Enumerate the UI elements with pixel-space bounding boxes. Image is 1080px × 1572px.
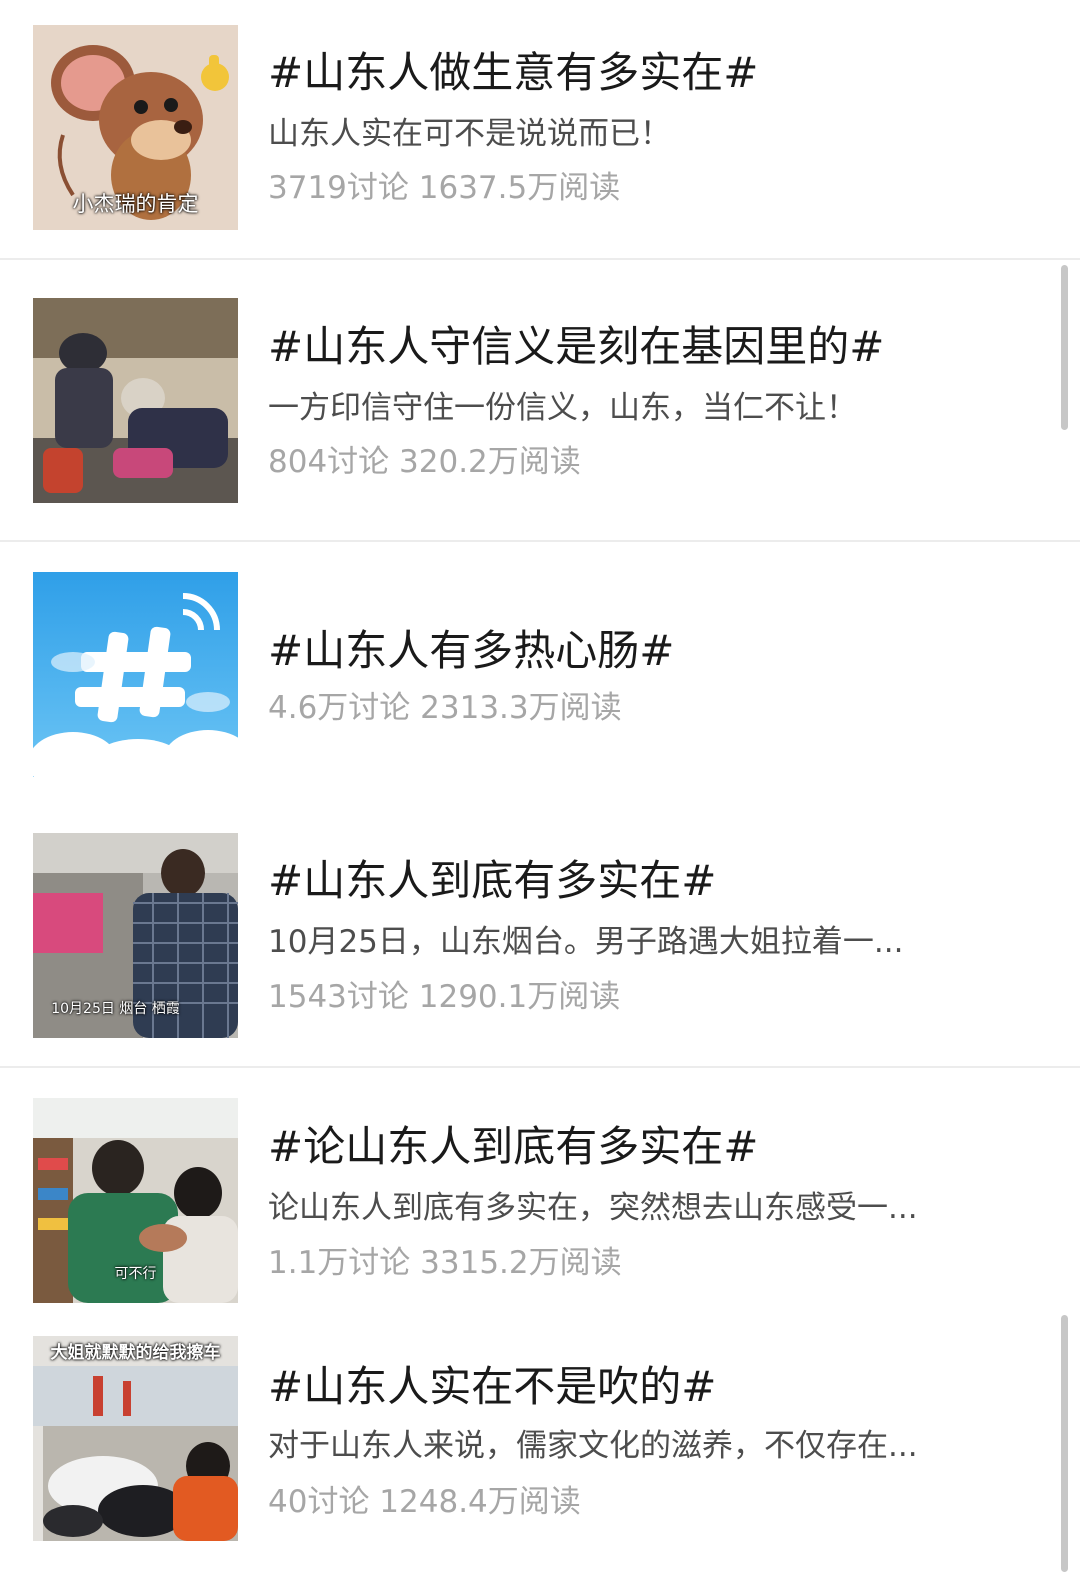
topic-title[interactable]: #山东人守信义是刻在基因里的# [268, 322, 884, 372]
street-photo-icon [33, 298, 238, 503]
topic-title[interactable]: #山东人有多热心肠# [268, 626, 674, 676]
topic-stats: 1.1万讨论 3315.2万阅读 [268, 1245, 622, 1281]
topic-title[interactable]: #山东人实在不是吹的# [268, 1362, 716, 1412]
topic-list: 小杰瑞的肯定 #山东人做生意有多实在# 山东人实在可不是说说而已！ 3719讨论… [0, 0, 1080, 1572]
thumbnail-caption: 小杰瑞的肯定 [72, 192, 199, 216]
topic-thumbnail[interactable]: 可不行 [33, 1098, 238, 1303]
topic-item[interactable]: 大姐就默默的给我擦车 #山东人实在不是吹的# 对于山东人来说，儒家文化的滋养，不… [0, 1312, 1080, 1572]
topic-title[interactable]: #山东人做生意有多实在# [268, 48, 758, 98]
topic-stats: 4.6万讨论 2313.3万阅读 [268, 690, 622, 726]
topic-stats: 1543讨论 1290.1万阅读 [268, 979, 621, 1015]
topic-item[interactable]: 可不行 #论山东人到底有多实在# 论山东人到底有多实在，突然想去山东感受一...… [0, 1068, 1080, 1312]
topic-item[interactable]: 10月25日 烟台 栖霞 #山东人到底有多实在# 10月25日，山东烟台。男子路… [0, 804, 1080, 1066]
thumbnail-caption: 10月25日 烟台 栖霞 [51, 1001, 180, 1017]
topic-thumbnail[interactable] [33, 572, 238, 777]
topic-description: 对于山东人来说，儒家文化的滋养，不仅存在... [268, 1428, 918, 1464]
topic-stats: 3719讨论 1637.5万阅读 [268, 170, 621, 206]
topic-description: 论山东人到底有多实在，突然想去山东感受一... [268, 1190, 918, 1226]
topic-description: 山东人实在可不是说说而已！ [268, 116, 671, 152]
topic-item[interactable]: #山东人守信义是刻在基因里的# 一方印信守住一份信义，山东，当仁不让！ 804讨… [0, 260, 1080, 540]
scrollbar[interactable] [1061, 1315, 1068, 1572]
scooter-video-still-icon [33, 1336, 238, 1541]
thumbnail-caption: 可不行 [114, 1266, 157, 1282]
topic-thumbnail[interactable]: 大姐就默默的给我擦车 [33, 1336, 238, 1541]
topic-title[interactable]: #山东人到底有多实在# [268, 856, 716, 906]
topic-stats: 804讨论 320.2万阅读 [268, 444, 581, 480]
hashtag-cloud-logo-icon [33, 572, 238, 777]
topic-item[interactable]: 小杰瑞的肯定 #山东人做生意有多实在# 山东人实在可不是说说而已！ 3719讨论… [0, 0, 1080, 258]
topic-thumbnail[interactable]: 10月25日 烟台 栖霞 [33, 833, 238, 1038]
topic-title[interactable]: #论山东人到底有多实在# [268, 1122, 758, 1172]
topic-description: 一方印信守住一份信义，山东，当仁不让！ [268, 390, 857, 426]
topic-thumbnail[interactable] [33, 298, 238, 503]
topic-item[interactable]: #山东人有多热心肠# 4.6万讨论 2313.3万阅读 [0, 542, 1080, 804]
thumbnail-caption: 大姐就默默的给我擦车 [50, 1343, 221, 1363]
topic-thumbnail[interactable]: 小杰瑞的肯定 [33, 25, 238, 230]
topic-description: 10月25日，山东烟台。男子路遇大姐拉着一... [268, 924, 904, 960]
topic-stats: 40讨论 1248.4万阅读 [268, 1484, 581, 1520]
scrollbar[interactable] [1061, 265, 1068, 430]
